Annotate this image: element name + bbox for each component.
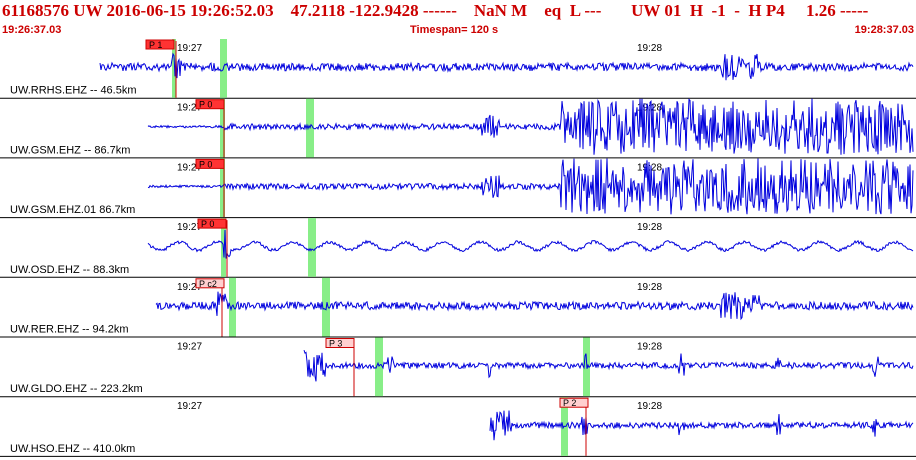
trace-row[interactable]: 19:27 19:28P c2UW.RER.EHZ -- 94.2km [0, 277, 916, 338]
time-tick-label: 19:28 [637, 43, 662, 54]
waveform-trace[interactable] [147, 98, 914, 155]
trace-row[interactable]: 19:27 19:28 P 3 UW.GLDO.EHZ -- 223.2km [0, 337, 916, 398]
trace-row[interactable]: 19:27 19:28P 0UW.OSD.EHZ -- 88.3km [0, 218, 916, 278]
pick-flag-label: P c2 [199, 279, 217, 289]
window-end-time: 19:28:37.03 [854, 24, 914, 36]
station-label: UW.GSM.EHZ.01 86.7km [10, 204, 135, 216]
waveform-trace[interactable] [155, 291, 914, 321]
seismogram-panel[interactable]: 19:27 19:28 P 1 UW.RRHS.EHZ -- 46.5km 19:27 1… [0, 39, 916, 460]
seismogram-canvas[interactable]: 19:27 19:28P 1UW.RRHS.EHZ -- 46.5km19:27 1… [0, 39, 916, 460]
station-label: UW.OSD.EHZ -- 88.3km [10, 264, 129, 276]
timespan-label: Timespan= 120 s [410, 24, 499, 36]
time-tick-label: 19:27 [177, 401, 202, 412]
pick-flag-label: P 2 [563, 398, 576, 408]
station-label: UW.RER.EHZ -- 94.2km [10, 324, 129, 336]
time-tick-label: 19:27 [177, 43, 202, 54]
station-label: UW.GLDO.EHZ -- 223.2km [10, 383, 143, 395]
window-marker[interactable] [308, 218, 316, 277]
event-header: 61168576 UW 2016-06-15 19:26:52.03 47.21… [0, 0, 916, 38]
pick-flag-label: P 3 [329, 339, 342, 349]
time-tick-label: 19:28 [637, 222, 662, 233]
time-tick-label: 19:27 [177, 342, 202, 353]
time-tick-label: 19:28 [637, 342, 662, 353]
pick-flag-label: P 0 [201, 219, 214, 229]
pick-flag-label: P 0 [199, 159, 212, 169]
waveform-trace[interactable] [489, 410, 914, 441]
waveform-trace[interactable] [147, 229, 914, 259]
trace-row[interactable]: 19:27 19:28P 0UW.GSM.EHZ.01 86.7km [0, 158, 916, 219]
pick-flag-label: P 0 [199, 100, 212, 110]
station-label: UW.GSM.EHZ -- 86.7km [10, 144, 130, 156]
time-tick-label: 19:28 [637, 401, 662, 412]
window-start-time: 19:26:37.03 [2, 24, 62, 36]
trace-row[interactable]: 19:27 19:28 P 1 UW.RRHS.EHZ -- 46.5km [0, 39, 916, 99]
waveform-trace[interactable] [303, 349, 914, 382]
waveform-trace[interactable] [147, 158, 914, 215]
trace-row[interactable]: 19:27 19:28 P 2 UW.HSO.EHZ -- 410.0km [0, 397, 916, 457]
event-summary-line: 61168576 UW 2016-06-15 19:26:52.03 47.21… [2, 1, 869, 20]
time-tick-label: 19:28 [637, 162, 662, 173]
station-label: UW.HSO.EHZ -- 410.0km [10, 443, 135, 455]
time-tick-label: 19:28 [637, 282, 662, 293]
station-label: UW.RRHS.EHZ -- 46.5km [10, 85, 137, 97]
trace-row[interactable]: 19:27 19:28P 0UW.GSM.EHZ -- 86.7km [0, 98, 916, 159]
pick-flag-label: P 1 [149, 40, 162, 50]
